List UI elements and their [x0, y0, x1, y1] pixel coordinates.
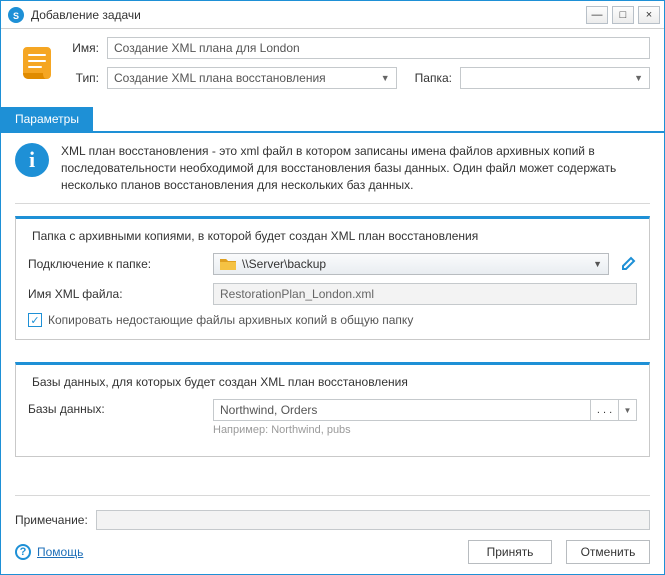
- chevron-down-icon: ▼: [634, 73, 643, 83]
- group-backup-folder: Папка с архивными копиями, в которой буд…: [15, 216, 650, 340]
- xml-filename-input[interactable]: RestorationPlan_London.xml: [213, 283, 637, 305]
- group-databases: Базы данных, для которых будет создан XM…: [15, 362, 650, 457]
- titlebar: S Добавление задачи — □ ×: [1, 1, 664, 29]
- help-link[interactable]: ? Помощь: [15, 544, 83, 560]
- connection-select[interactable]: \\Server\backup ▼: [213, 253, 609, 275]
- chevron-down-icon: ▼: [593, 259, 602, 269]
- connection-label: Подключение к папке:: [28, 257, 213, 271]
- databases-input[interactable]: Northwind, Orders: [213, 399, 591, 421]
- info-banner: i XML план восстановления - это xml файл…: [15, 143, 650, 204]
- note-label: Примечание:: [15, 513, 88, 527]
- connection-value: \\Server\backup: [242, 257, 326, 271]
- copy-missing-label: Копировать недостающие файлы архивных ко…: [48, 313, 413, 327]
- type-select[interactable]: Создание XML плана восстановления ▼: [107, 67, 397, 89]
- group-backup-folder-title: Папка с архивными копиями, в которой буд…: [28, 229, 482, 243]
- chevron-down-icon: ▼: [624, 406, 632, 415]
- tab-bar: Параметры: [1, 107, 664, 131]
- maximize-button[interactable]: □: [612, 6, 634, 24]
- group-databases-title: Базы данных, для которых будет создан XM…: [28, 375, 412, 389]
- info-icon: i: [15, 143, 49, 177]
- window-title: Добавление задачи: [31, 8, 582, 22]
- databases-dropdown-button[interactable]: ▼: [619, 399, 637, 421]
- cancel-button[interactable]: Отменить: [566, 540, 650, 564]
- name-label: Имя:: [63, 41, 99, 55]
- edit-connection-button[interactable]: [621, 255, 637, 274]
- databases-label: Базы данных:: [28, 399, 213, 416]
- chevron-down-icon: ▼: [381, 73, 390, 83]
- folder-label: Папка:: [415, 71, 452, 85]
- close-button[interactable]: ×: [638, 6, 660, 24]
- tab-content: i XML план восстановления - это xml файл…: [1, 133, 664, 495]
- note-input[interactable]: [96, 510, 650, 530]
- copy-missing-checkbox[interactable]: ✓: [28, 313, 42, 327]
- folder-icon: [220, 257, 236, 271]
- tab-parameters[interactable]: Параметры: [1, 107, 93, 131]
- help-label: Помощь: [37, 545, 83, 559]
- footer: Примечание: ? Помощь Принять Отменить: [1, 504, 664, 574]
- xml-filename-label: Имя XML файла:: [28, 287, 213, 301]
- minimize-button[interactable]: —: [586, 6, 608, 24]
- header-form: Имя: Тип: Создание XML плана восстановле…: [1, 29, 664, 107]
- ok-button[interactable]: Принять: [468, 540, 552, 564]
- task-icon: [15, 37, 63, 97]
- info-text: XML план восстановления - это xml файл в…: [61, 143, 650, 193]
- window: S Добавление задачи — □ × Имя: Тип: Созд…: [0, 0, 665, 575]
- svg-text:S: S: [13, 11, 19, 21]
- folder-select[interactable]: ▼: [460, 67, 650, 89]
- databases-hint: Например: Northwind, pubs: [213, 424, 637, 436]
- type-label: Тип:: [63, 71, 99, 85]
- databases-browse-button[interactable]: . . .: [591, 399, 619, 421]
- name-input[interactable]: [107, 37, 650, 59]
- help-icon: ?: [15, 544, 31, 560]
- app-icon: S: [7, 6, 25, 24]
- type-select-value: Создание XML плана восстановления: [114, 71, 326, 85]
